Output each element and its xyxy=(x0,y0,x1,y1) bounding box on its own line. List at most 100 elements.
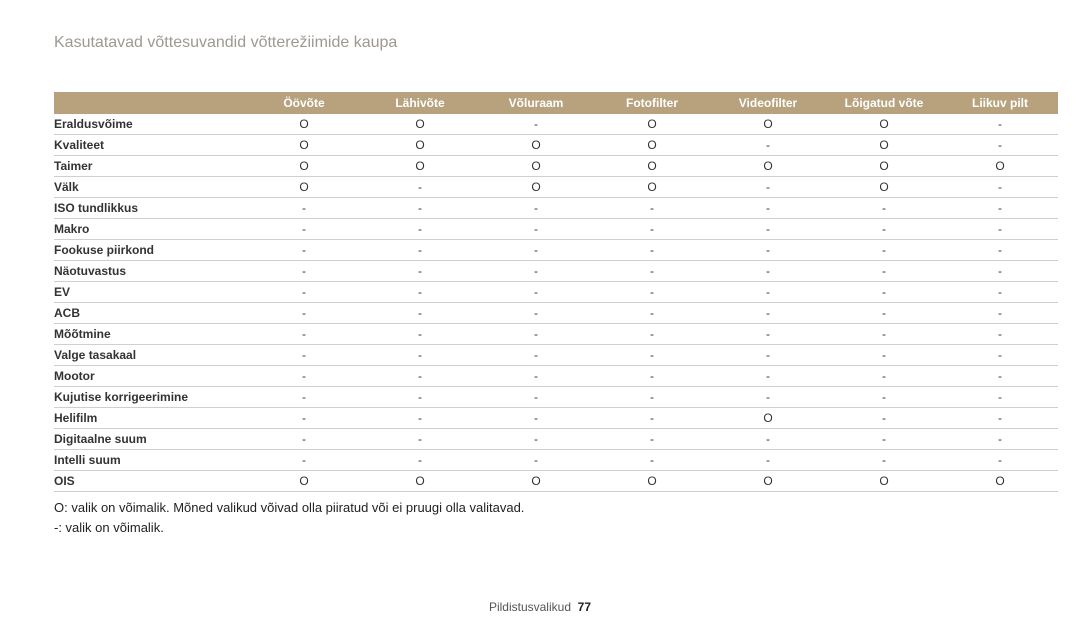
row-label: Kvaliteet xyxy=(54,135,246,156)
cell: O xyxy=(594,177,710,198)
cell: - xyxy=(246,261,362,282)
cell: - xyxy=(942,177,1058,198)
row-label: ISO tundlikkus xyxy=(54,198,246,219)
note-line: O: valik on võimalik. Mõned valikud võiv… xyxy=(54,498,1026,518)
cell: O xyxy=(362,114,478,135)
cell: - xyxy=(594,429,710,450)
table-row: Mootor------- xyxy=(54,366,1058,387)
cell: - xyxy=(942,324,1058,345)
cell: - xyxy=(246,240,362,261)
row-label: Taimer xyxy=(54,156,246,177)
cell: - xyxy=(710,429,826,450)
cell: O xyxy=(710,471,826,492)
cell: - xyxy=(362,366,478,387)
table-notes: O: valik on võimalik. Mõned valikud võiv… xyxy=(54,498,1026,537)
cell: - xyxy=(710,345,826,366)
cell: - xyxy=(942,366,1058,387)
table-row: VälkO-OO-O- xyxy=(54,177,1058,198)
cell: - xyxy=(478,366,594,387)
cell: - xyxy=(362,240,478,261)
cell: - xyxy=(826,282,942,303)
cell: - xyxy=(594,366,710,387)
cell: O xyxy=(826,114,942,135)
cell: - xyxy=(478,219,594,240)
row-label: Näotuvastus xyxy=(54,261,246,282)
cell: - xyxy=(826,450,942,471)
cell: - xyxy=(942,114,1058,135)
cell: - xyxy=(478,408,594,429)
cell: O xyxy=(710,408,826,429)
table-row: EV------- xyxy=(54,282,1058,303)
row-label: ACB xyxy=(54,303,246,324)
header-col: Lähivõte xyxy=(362,92,478,114)
cell: - xyxy=(710,303,826,324)
table-row: Makro------- xyxy=(54,219,1058,240)
cell: - xyxy=(362,177,478,198)
cell: - xyxy=(942,408,1058,429)
cell: - xyxy=(594,387,710,408)
cell: - xyxy=(478,450,594,471)
cell: - xyxy=(362,429,478,450)
cell: - xyxy=(478,324,594,345)
row-label: EV xyxy=(54,282,246,303)
cell: O xyxy=(710,156,826,177)
cell: - xyxy=(710,450,826,471)
table-row: Mõõtmine------- xyxy=(54,324,1058,345)
cell: - xyxy=(362,282,478,303)
cell: - xyxy=(362,324,478,345)
note-line: -: valik on võimalik. xyxy=(54,518,1026,538)
cell: - xyxy=(594,345,710,366)
row-label: Valge tasakaal xyxy=(54,345,246,366)
cell: - xyxy=(826,429,942,450)
cell: - xyxy=(826,366,942,387)
cell: - xyxy=(826,345,942,366)
cell: O xyxy=(362,156,478,177)
page-title: Kasutatavad võttesuvandid võtterežiimide… xyxy=(54,34,1026,52)
header-col: Öövõte xyxy=(246,92,362,114)
cell: - xyxy=(826,198,942,219)
cell: - xyxy=(942,387,1058,408)
cell: O xyxy=(478,471,594,492)
cell: - xyxy=(942,450,1058,471)
cell: - xyxy=(246,282,362,303)
row-label: Makro xyxy=(54,219,246,240)
cell: O xyxy=(246,114,362,135)
table-row: ISO tundlikkus------- xyxy=(54,198,1058,219)
cell: - xyxy=(246,345,362,366)
table-row: Kujutise korrigeerimine------- xyxy=(54,387,1058,408)
cell: O xyxy=(942,471,1058,492)
cell: - xyxy=(478,282,594,303)
cell: - xyxy=(246,303,362,324)
cell: - xyxy=(710,366,826,387)
page-footer: Pildistusvalikud 77 xyxy=(0,600,1080,614)
row-label: Välk xyxy=(54,177,246,198)
cell: - xyxy=(246,429,362,450)
cell: - xyxy=(594,219,710,240)
row-label: Mootor xyxy=(54,366,246,387)
cell: - xyxy=(710,219,826,240)
cell: - xyxy=(594,408,710,429)
cell: - xyxy=(942,219,1058,240)
cell: - xyxy=(942,429,1058,450)
cell: - xyxy=(246,450,362,471)
table-row: EraldusvõimeOO-OOO- xyxy=(54,114,1058,135)
header-col: Videofilter xyxy=(710,92,826,114)
cell: - xyxy=(594,303,710,324)
cell: - xyxy=(942,198,1058,219)
cell: - xyxy=(362,387,478,408)
cell: - xyxy=(246,219,362,240)
cell: - xyxy=(594,240,710,261)
cell: O xyxy=(826,177,942,198)
cell: - xyxy=(246,324,362,345)
cell: - xyxy=(246,408,362,429)
cell: - xyxy=(942,303,1058,324)
cell: O xyxy=(942,156,1058,177)
row-label: Intelli suum xyxy=(54,450,246,471)
cell: - xyxy=(478,429,594,450)
cell: - xyxy=(826,303,942,324)
table-row: Helifilm----O-- xyxy=(54,408,1058,429)
cell: - xyxy=(710,261,826,282)
cell: O xyxy=(826,471,942,492)
row-label: Kujutise korrigeerimine xyxy=(54,387,246,408)
row-label: Mõõtmine xyxy=(54,324,246,345)
